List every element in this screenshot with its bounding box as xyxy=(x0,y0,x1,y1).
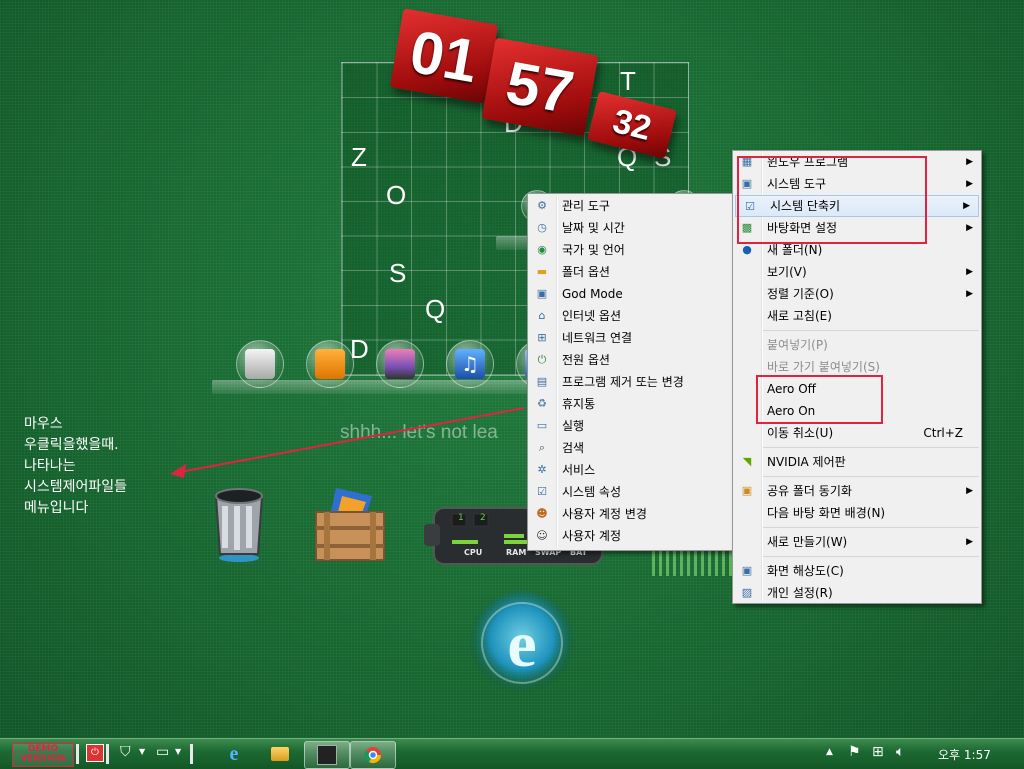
submenu-arrow-icon: ▶ xyxy=(966,223,973,233)
run-icon: ▭ xyxy=(536,419,548,432)
personalize-icon: ▨ xyxy=(741,586,753,599)
menu-item-paste[interactable]: 붙여넣기(P) xyxy=(733,334,981,356)
menu-item-view[interactable]: 보기(V) ▶ xyxy=(733,261,981,283)
submenu-arrow-icon: ▶ xyxy=(966,179,973,189)
taskbar-internet-explorer-icon[interactable]: e xyxy=(212,741,256,767)
menu-item-sort-by[interactable]: 정렬 기준(O) ▶ xyxy=(733,283,981,305)
menu-item-new[interactable]: 새로 만들기(W) ▶ xyxy=(733,531,981,553)
submenu-arrow-icon: ▶ xyxy=(966,289,973,299)
submenu-arrow-icon: ▶ xyxy=(966,486,973,496)
search-icon: ⌕ xyxy=(538,441,546,454)
taskbar: DEMO VERSION ⏻ ⛉ ▼ ▭ ▼ e ▲ ⚑ ⊞ 🔈︎ 오후 1:5… xyxy=(0,738,1024,769)
system-shortcut-submenu: ⚙ 관리 도구 ◷ 날짜 및 시간 ◉ 국가 및 언어 ▬ 폴더 옵션 ▣ God Mod… xyxy=(527,193,736,551)
sync-folder-icon: ▣ xyxy=(741,484,753,497)
power-icon: ⏻ xyxy=(537,353,547,366)
submenu-item-power[interactable]: ⏻ 전원 옵션 xyxy=(528,349,735,371)
submenu-item-date-time[interactable]: ◷ 날짜 및 시간 xyxy=(528,217,735,239)
taskbar-hd-app-icon[interactable] xyxy=(304,741,350,769)
folder-icon: ▬ xyxy=(536,265,548,278)
submenu-item-region-language[interactable]: ◉ 국가 및 언어 xyxy=(528,239,735,261)
highlight-box-custom-items xyxy=(737,156,927,244)
user-switch-icon: ☻ xyxy=(536,507,548,520)
show-hidden-icons-icon[interactable]: ▲ xyxy=(826,747,833,757)
menu-separator xyxy=(763,556,979,557)
desktop-monitor-icon[interactable]: ▭ xyxy=(156,744,169,760)
taskbar-chrome-icon[interactable] xyxy=(350,741,396,769)
submenu-arrow-icon: ▶ xyxy=(966,537,973,547)
programs-icon: ▤ xyxy=(536,375,548,388)
submenu-item-system-properties[interactable]: ☑ 시스템 속성 xyxy=(528,481,735,503)
taskbar-divider xyxy=(190,744,193,764)
taskbar-divider xyxy=(76,744,79,764)
network-icon[interactable]: ⊞ xyxy=(872,744,884,760)
submenu-item-user-accounts[interactable]: ☺ 사용자 계정 xyxy=(528,525,735,547)
screen-resolution-icon: ▣ xyxy=(741,564,753,577)
submenu-item-network[interactable]: ⊞ 네트워크 연결 xyxy=(528,327,735,349)
highlight-box-aero-items xyxy=(756,375,883,424)
menu-item-undo-move[interactable]: 이동 취소(U) Ctrl+Z xyxy=(733,422,981,444)
menu-item-refresh[interactable]: 새로 고침(E) xyxy=(733,305,981,327)
menu-separator xyxy=(763,447,979,448)
submenu-item-switch-user[interactable]: ☻ 사용자 계정 변경 xyxy=(528,503,735,525)
menu-item-personalize[interactable]: ▨ 개인 설정(R) xyxy=(733,582,981,604)
control-panel-icon: ▣ xyxy=(536,287,548,300)
submenu-item-services[interactable]: ✲ 서비스 xyxy=(528,459,735,481)
security-shield-icon[interactable]: ⛉ xyxy=(120,744,131,760)
clock-icon: ◷ xyxy=(537,221,547,234)
submenu-item-folder-options[interactable]: ▬ 폴더 옵션 xyxy=(528,261,735,283)
submenu-item-god-mode[interactable]: ▣ God Mode xyxy=(528,283,735,305)
admin-tools-icon: ⚙ xyxy=(537,199,547,212)
submenu-arrow-icon: ▶ xyxy=(963,201,970,211)
submenu-item-search[interactable]: ⌕ 검색 xyxy=(528,437,735,459)
shortcut-label: Ctrl+Z xyxy=(923,426,963,440)
menu-item-screen-resolution[interactable]: ▣ 화면 해상도(C) xyxy=(733,560,981,582)
taskbar-divider xyxy=(106,744,109,764)
submenu-item-internet-options[interactable]: ⌂ 인터넷 옵션 xyxy=(528,305,735,327)
volume-icon[interactable]: 🔈︎ xyxy=(896,744,904,760)
gear-icon: ✲ xyxy=(537,463,547,476)
menu-item-next-background[interactable]: 다음 바탕 화면 배경(N) xyxy=(733,502,981,524)
menu-separator xyxy=(763,527,979,528)
user-icon: ☺ xyxy=(536,529,548,542)
menu-item-nvidia-control-panel[interactable]: ◥ NVIDIA 제어판 xyxy=(733,451,981,473)
recycle-bin-icon: ♻ xyxy=(537,397,547,410)
chevron-down-icon[interactable]: ▼ xyxy=(175,747,181,756)
submenu-arrow-icon: ▶ xyxy=(966,157,973,167)
taskbar-clock[interactable]: 오후 1:57 xyxy=(938,746,991,763)
network-icon: ⊞ xyxy=(537,331,547,344)
submenu-item-programs[interactable]: ▤ 프로그램 제거 또는 변경 xyxy=(528,371,735,393)
submenu-item-run[interactable]: ▭ 실행 xyxy=(528,415,735,437)
taskbar-explorer-folder-icon[interactable] xyxy=(258,741,302,767)
internet-options-icon: ⌂ xyxy=(538,309,546,322)
nvidia-icon: ◥ xyxy=(742,455,752,468)
action-center-flag-icon[interactable]: ⚑ xyxy=(848,744,861,760)
system-properties-icon: ☑ xyxy=(537,485,547,498)
globe-icon: ◉ xyxy=(537,243,547,256)
power-button-icon[interactable]: ⏻ xyxy=(86,744,104,762)
submenu-item-recycle-bin[interactable]: ♻ 휴지통 xyxy=(528,393,735,415)
submenu-item-admin-tools[interactable]: ⚙ 관리 도구 xyxy=(528,195,735,217)
menu-separator xyxy=(763,330,979,331)
chevron-down-icon[interactable]: ▼ xyxy=(139,747,145,756)
submenu-arrow-icon: ▶ xyxy=(966,267,973,277)
demo-version-badge: DEMO VERSION xyxy=(12,743,74,767)
new-folder-icon: ● xyxy=(742,243,752,256)
menu-item-shared-folder-sync[interactable]: ▣ 공유 폴더 동기화 ▶ xyxy=(733,480,981,502)
menu-separator xyxy=(763,476,979,477)
